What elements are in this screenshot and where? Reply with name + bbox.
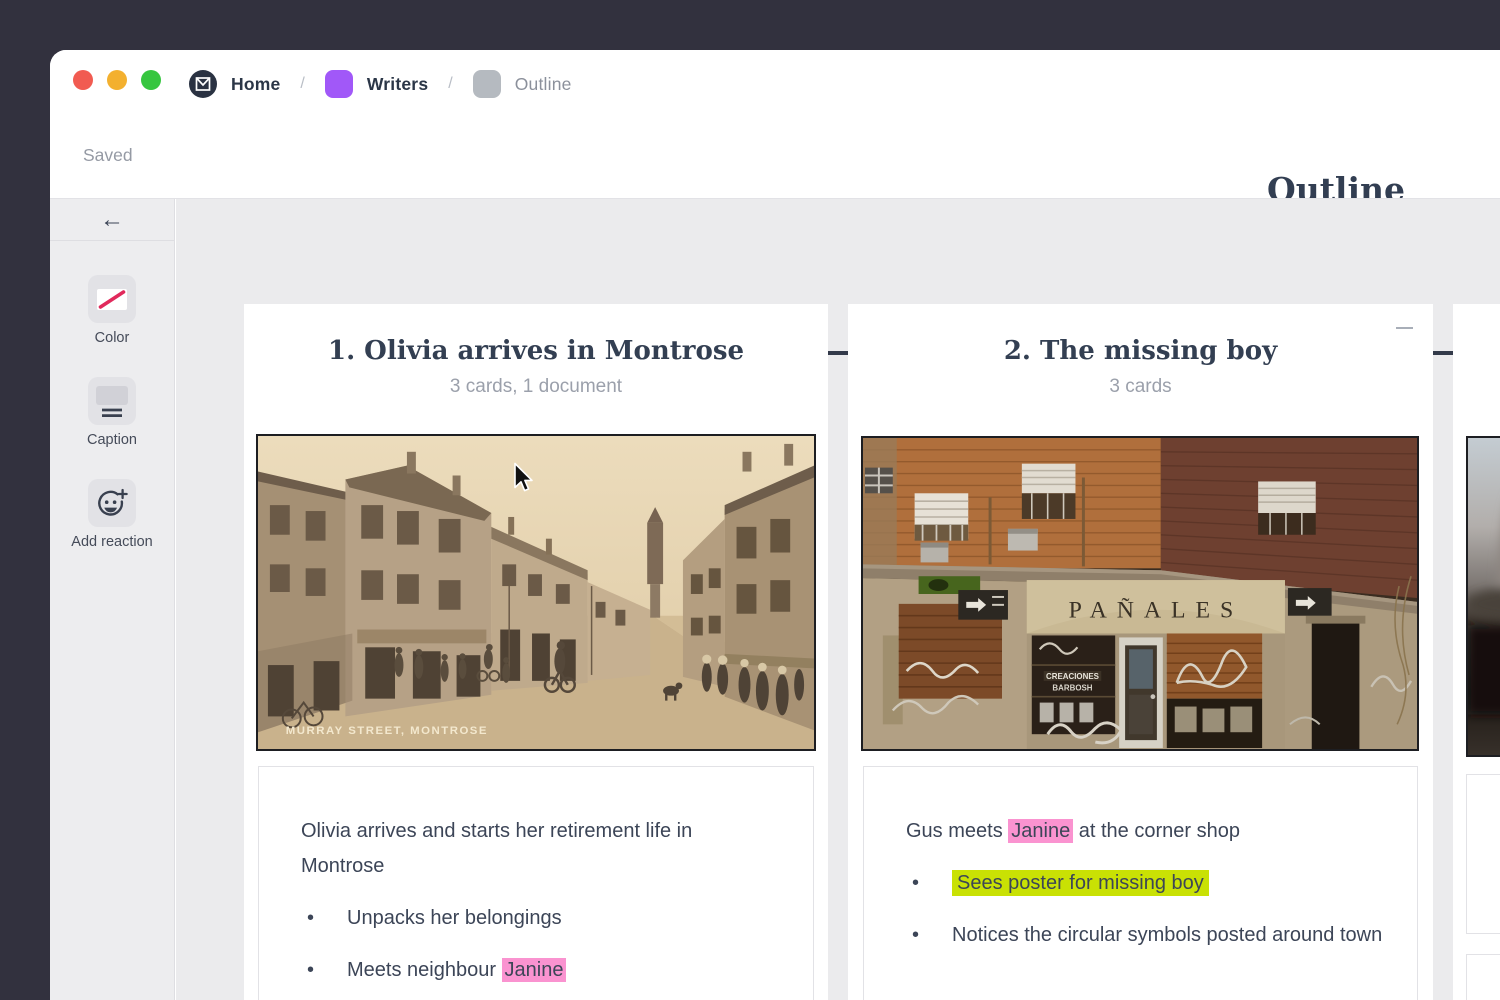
tool-sidebar: ← Color Caption xyxy=(50,199,175,1000)
close-window-button[interactable] xyxy=(73,70,93,90)
corner-shop-photo: PAÑALES CREACIONES BARBOSH xyxy=(863,438,1417,749)
partial-card[interactable] xyxy=(1466,954,1500,1000)
gray-board-icon xyxy=(473,70,501,98)
column-title[interactable]: 2. The missing boy xyxy=(848,336,1433,366)
column-connector-line xyxy=(828,351,848,355)
tool-label: Caption xyxy=(87,432,137,448)
column-title[interactable]: 1. Olivia arrives in Montrose xyxy=(244,336,828,366)
image-card-corner-shop[interactable]: PAÑALES CREACIONES BARBOSH xyxy=(861,436,1419,751)
column-card-count: 3 cards xyxy=(848,376,1433,398)
bullet-text: Meets neighbour Janine xyxy=(347,953,566,988)
note-paragraph: Gus meets Janine at the corner shop xyxy=(906,814,1376,849)
photo-caption: MURRAY STREET, MONTROSE xyxy=(286,725,488,737)
note-card-olivia[interactable]: Olivia arrives and starts her retirement… xyxy=(258,766,814,1000)
color-tool-button[interactable]: Color xyxy=(50,275,174,346)
partial-card[interactable] xyxy=(1466,774,1500,934)
collapse-sidebar-button[interactable]: ← xyxy=(100,208,124,232)
add-reaction-tool-button[interactable]: Add reaction xyxy=(50,479,174,550)
blurred-photo xyxy=(1468,438,1500,755)
highlight-janine: Janine xyxy=(502,958,567,982)
collapse-column-button[interactable] xyxy=(1396,327,1413,329)
board-canvas[interactable]: 1. Olivia arrives in Montrose 3 cards, 1… xyxy=(176,199,1500,1000)
shop-sign-small-1: CREACIONES xyxy=(1046,672,1099,681)
outline-column-2: 2. The missing boy 3 cards xyxy=(848,304,1433,1000)
outline-column-1: 1. Olivia arrives in Montrose 3 cards, 1… xyxy=(244,304,828,1000)
tool-label: Add reaction xyxy=(71,534,152,550)
note-bullet: • Sees poster for missing boy xyxy=(906,866,1387,901)
minimize-window-button[interactable] xyxy=(107,70,127,90)
image-card-partial[interactable] xyxy=(1466,436,1500,757)
bullet-dot: • xyxy=(301,953,347,988)
add-reaction-icon xyxy=(88,479,136,527)
milanote-logo-icon xyxy=(189,70,217,98)
column-card-count: 3 cards, 1 document xyxy=(244,376,828,398)
breadcrumb-item-home[interactable]: Home xyxy=(189,70,280,98)
vintage-street-photo: MURRAY STREET, MONTROSE xyxy=(258,436,814,749)
bullet-dot: • xyxy=(301,901,347,936)
note-card-gus[interactable]: Gus meets Janine at the corner shop • Se… xyxy=(863,766,1418,1000)
highlight-missing-boy: Sees poster for missing boy xyxy=(952,870,1209,896)
breadcrumb-separator: / xyxy=(300,75,304,93)
note-bullet-list: • Unpacks her belongings • Meets neighbo… xyxy=(301,901,783,988)
note-bullet: • Notices the circular symbols posted ar… xyxy=(906,918,1387,953)
highlight-janine: Janine xyxy=(1008,819,1073,843)
outline-column-3 xyxy=(1453,304,1500,1000)
app-window: Home / Writers / Outline Saved Outline ← xyxy=(50,50,1500,1000)
breadcrumb-label: Writers xyxy=(367,74,428,95)
app-body: ← Color Caption xyxy=(50,198,1500,1000)
bullet-dot: • xyxy=(906,918,952,953)
bullet-text: Notices the circular symbols posted arou… xyxy=(952,918,1382,953)
mouse-cursor xyxy=(509,461,535,497)
zoom-window-button[interactable] xyxy=(141,70,161,90)
bullet-dot: • xyxy=(906,866,952,901)
breadcrumb-item-writers[interactable]: Writers xyxy=(325,70,428,98)
caption-icon xyxy=(88,377,136,425)
breadcrumb-label: Outline xyxy=(515,74,572,95)
shop-sign-text: PAÑALES xyxy=(1069,598,1244,624)
caption-tool-button[interactable]: Caption xyxy=(50,377,174,448)
note-bullet: • Unpacks her belongings xyxy=(301,901,783,936)
purple-board-icon xyxy=(325,70,353,98)
tool-label: Color xyxy=(95,330,130,346)
note-bullet: • Meets neighbour Janine xyxy=(301,953,783,988)
shop-sign-small-2: BARBOSH xyxy=(1052,684,1092,693)
breadcrumb-separator: / xyxy=(448,75,452,93)
image-card-montrose-street[interactable]: MURRAY STREET, MONTROSE xyxy=(256,434,816,751)
color-swatch-icon xyxy=(88,275,136,323)
bullet-text: Unpacks her belongings xyxy=(347,901,562,936)
note-bullet-list: • Sees poster for missing boy • Notices … xyxy=(906,866,1387,953)
title-bar: Home / Writers / Outline Saved Outline xyxy=(50,50,1500,198)
breadcrumb-item-outline[interactable]: Outline xyxy=(473,70,572,98)
column-connector-line xyxy=(1433,351,1453,355)
save-status: Saved xyxy=(83,145,133,166)
breadcrumb: Home / Writers / Outline xyxy=(189,70,572,98)
note-paragraph: Olivia arrives and starts her retirement… xyxy=(301,814,771,884)
breadcrumb-label: Home xyxy=(231,74,280,95)
